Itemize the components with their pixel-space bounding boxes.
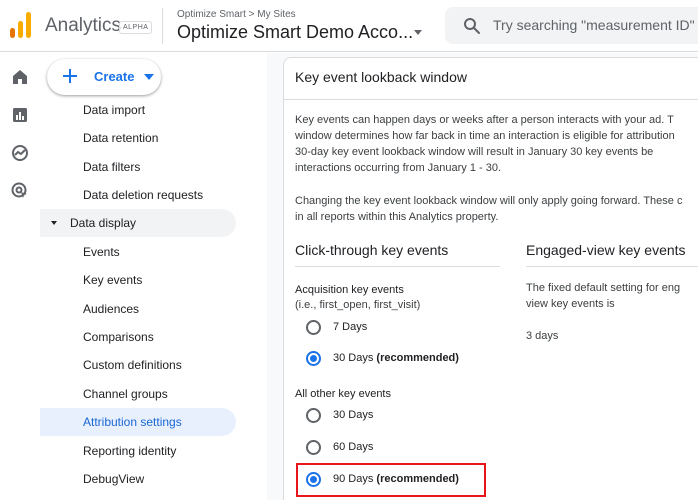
main-content: Key event lookback window Key events can… <box>267 53 698 500</box>
chevron-down-icon[interactable] <box>414 30 422 35</box>
advertising-icon[interactable] <box>10 181 30 201</box>
reports-icon[interactable] <box>10 105 30 125</box>
notice-line: Changing the key event lookback window w… <box>295 195 683 207</box>
nav-key-events[interactable]: Key events <box>40 266 236 294</box>
admin-sidebar: Create Data import Data retention Data f… <box>40 53 267 500</box>
nav-data-deletion-requests[interactable]: Data deletion requests <box>40 181 236 209</box>
radio-button[interactable] <box>306 320 321 335</box>
search-input[interactable] <box>493 15 698 35</box>
alpha-badge: ALPHA <box>119 21 153 34</box>
explore-icon[interactable] <box>10 143 30 163</box>
click-through-rule <box>295 266 500 267</box>
home-icon[interactable] <box>10 67 30 87</box>
notice-line: in all reports within this Analytics pro… <box>295 211 499 223</box>
change-notice: Changing the key event lookback window w… <box>295 193 698 225</box>
header-divider <box>162 8 163 44</box>
nav-comparisons[interactable]: Comparisons <box>40 323 236 351</box>
create-label: Create <box>94 69 135 84</box>
nav-data-filters[interactable]: Data filters <box>40 153 236 181</box>
app-root: Analytics ALPHA Optimize Smart > My Site… <box>0 0 698 500</box>
radio-label: 30 Days <box>333 409 374 421</box>
radio-label: 60 Days <box>333 441 374 453</box>
lookback-window-card: Key event lookback window Key events can… <box>283 57 698 500</box>
left-rail <box>0 53 40 500</box>
intro-line: 30-day key event lookback window will re… <box>295 146 654 158</box>
nav-audiences[interactable]: Audiences <box>40 295 236 323</box>
account-selector[interactable]: Optimize Smart Demo Acco... <box>177 22 413 43</box>
radio-button-selected[interactable] <box>306 351 321 366</box>
title-divider <box>284 99 698 100</box>
desc-line: view key events is <box>526 298 615 310</box>
create-button[interactable]: Create <box>47 59 161 95</box>
highlight-box <box>296 463 486 497</box>
search-icon <box>464 18 480 34</box>
acquisition-label: Acquisition key events <box>295 284 404 296</box>
engaged-view-value: 3 days <box>526 330 559 342</box>
acquisition-sublabel: (i.e., first_open, first_visit) <box>295 299 421 311</box>
app-title: Analytics <box>45 15 122 36</box>
nav-reporting-identity[interactable]: Reporting identity <box>40 437 236 465</box>
plus-icon <box>63 69 77 83</box>
radio-label: 7 Days <box>333 321 368 333</box>
nav-debugview[interactable]: DebugView <box>40 465 236 493</box>
search-bar[interactable] <box>445 7 698 44</box>
radio-label: 30 Days (recommended) <box>333 352 459 364</box>
nav-custom-definitions[interactable]: Custom definitions <box>40 351 236 379</box>
dropdown-caret-icon <box>144 74 154 80</box>
intro-line: Key events can happen days or weeks afte… <box>295 114 674 126</box>
desc-line: The fixed default setting for eng <box>526 282 681 294</box>
nav-events[interactable]: Events <box>40 238 236 266</box>
nav-section-data-display[interactable]: Data display <box>40 209 236 237</box>
engaged-view-description: The fixed default setting for eng view k… <box>526 280 680 312</box>
engaged-view-title: Engaged-view key events <box>526 242 686 258</box>
nav-data-retention[interactable]: Data retention <box>40 124 236 152</box>
radio-button[interactable] <box>306 408 321 423</box>
intro-line: window determines how far back in time a… <box>295 130 675 142</box>
click-through-title: Click-through key events <box>295 242 449 258</box>
engaged-view-rule <box>526 266 698 267</box>
nav-data-import[interactable]: Data import <box>40 96 236 124</box>
nav-attribution-settings[interactable]: Attribution settings <box>40 408 236 436</box>
section-label: Data display <box>70 216 137 230</box>
other-events-label: All other key events <box>295 388 391 400</box>
caret-down-icon <box>51 221 57 225</box>
top-bar: Analytics ALPHA Optimize Smart > My Site… <box>0 0 698 52</box>
intro-paragraph: Key events can happen days or weeks afte… <box>295 112 698 176</box>
breadcrumb[interactable]: Optimize Smart > My Sites <box>177 9 296 20</box>
card-title: Key event lookback window <box>295 69 467 85</box>
intro-line: interactions occurring from January 1 - … <box>295 162 502 174</box>
analytics-logo-icon[interactable] <box>10 12 32 38</box>
radio-button[interactable] <box>306 440 321 455</box>
nav-channel-groups[interactable]: Channel groups <box>40 380 236 408</box>
